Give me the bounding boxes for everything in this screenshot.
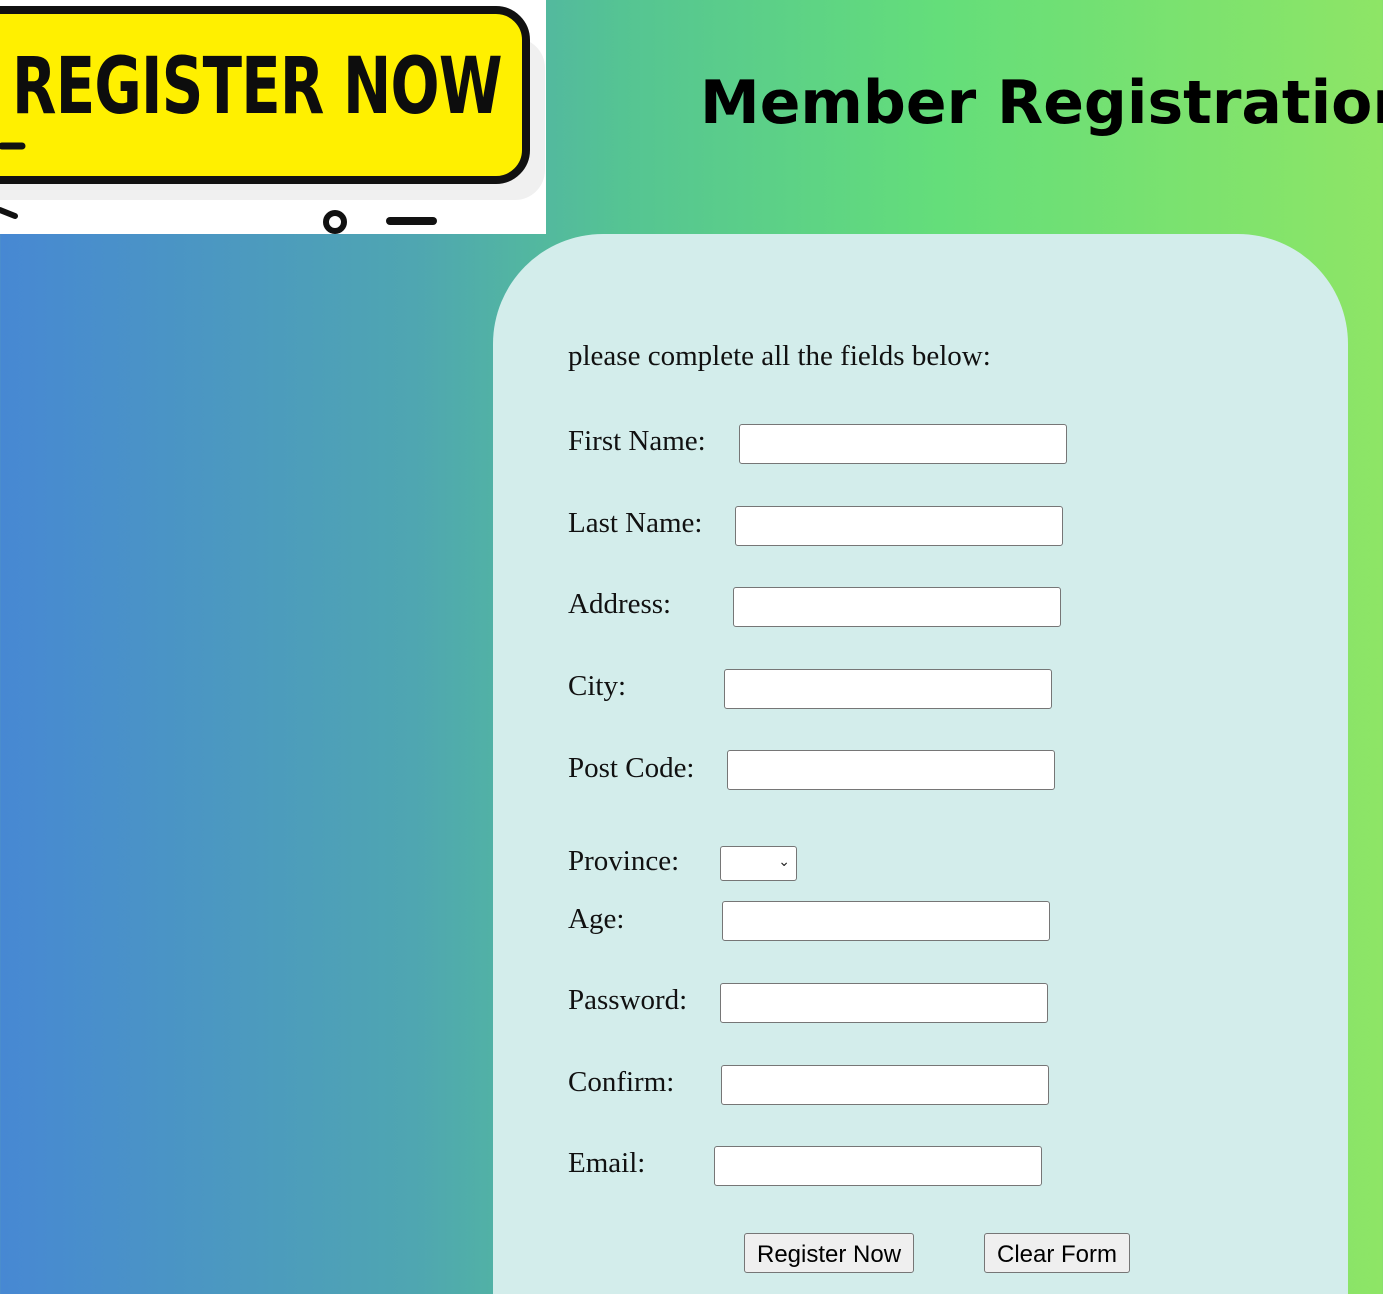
age-input[interactable]	[722, 901, 1050, 941]
first-name-input[interactable]	[739, 424, 1067, 464]
chevron-down-icon: ⌄	[778, 854, 790, 870]
age-label: Age:	[568, 903, 625, 935]
page-title: Member Registration	[700, 68, 1383, 138]
password-input[interactable]	[720, 983, 1048, 1023]
clear-form-button[interactable]: Clear Form	[984, 1233, 1131, 1273]
email-input[interactable]	[714, 1146, 1042, 1186]
last-name-input[interactable]	[735, 506, 1063, 546]
address-label: Address:	[568, 588, 672, 620]
confirm-password-input[interactable]	[721, 1065, 1049, 1105]
province-label: Province:	[568, 845, 680, 877]
banner-text: REGISTER NOW	[12, 42, 503, 132]
confirm-password-label: Confirm:	[568, 1066, 675, 1098]
last-name-label: Last Name:	[568, 507, 703, 539]
email-label: Email:	[568, 1147, 646, 1179]
password-label: Password:	[568, 984, 688, 1016]
first-name-label: First Name:	[568, 425, 706, 457]
register-now-banner: REGISTER NOW	[0, 0, 546, 234]
province-select[interactable]: ⌄	[720, 846, 797, 881]
post-code-input[interactable]	[727, 750, 1055, 790]
form-instructions: please complete all the fields below:	[568, 340, 991, 372]
register-now-button[interactable]: Register Now	[744, 1233, 915, 1273]
city-input[interactable]	[724, 669, 1052, 709]
city-label: City:	[568, 670, 627, 702]
post-code-label: Post Code:	[568, 752, 695, 784]
address-input[interactable]	[733, 587, 1061, 627]
